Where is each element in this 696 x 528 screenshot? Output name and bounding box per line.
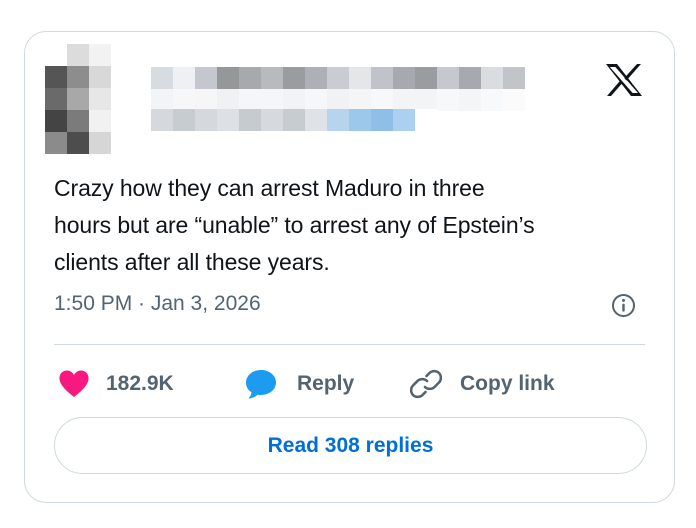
like-button[interactable]: 182.9K [57,364,174,404]
handle-pixel [305,109,327,131]
name-pixel [437,89,459,111]
handle-pixel [239,109,261,131]
author-block[interactable] [45,44,605,164]
name-pixel [151,89,173,111]
avatar-pixel [133,132,155,154]
avatar-pixel [89,66,111,88]
name-pixel [525,67,547,89]
name-pixel [437,67,459,89]
name-pixel [261,67,283,89]
reply-button[interactable]: Reply [244,364,354,404]
handle-pixel [217,109,239,131]
blurred-author-handle[interactable] [151,109,437,131]
name-pixel [239,67,261,89]
avatar-pixel [89,132,111,154]
name-pixel [415,67,437,89]
handle-pixel [371,109,393,131]
heart-icon [59,370,89,397]
avatar-pixel [45,132,67,154]
name-pixel [503,67,525,89]
name-pixel [217,67,239,89]
tweet-text-line: clients after all these years. [54,249,330,275]
like-count: 182.9K [106,372,174,395]
link-icon [410,369,442,399]
name-pixel [173,89,195,111]
name-pixel [459,89,481,111]
handle-pixel [261,109,283,131]
avatar-pixel [67,88,89,110]
name-pixel [525,89,547,111]
handle-pixel [349,109,371,131]
name-pixel [371,67,393,89]
avatar-pixel [89,88,111,110]
tweet-text: Crazy how they can arrest Maduro in thre… [54,170,654,281]
tweet-timestamp[interactable]: 1:50 PM · Jan 3, 2026 [54,289,261,319]
avatar-pixel [67,44,89,66]
name-pixel [195,89,217,111]
tweet-text-line: hours but are “unable” to arrest any of … [54,212,535,238]
name-pixel [349,89,371,111]
handle-pixel [151,109,173,131]
blurred-avatar[interactable] [45,44,155,154]
info-icon[interactable] [611,293,636,318]
avatar-pixel [111,44,133,66]
action-bar: 182.9K Reply Copy link [54,364,654,404]
read-replies-button[interactable]: Read 308 replies [54,417,647,474]
name-pixel [371,89,393,111]
handle-pixel [195,109,217,131]
name-pixel [481,67,503,89]
avatar-pixel [133,44,155,66]
name-pixel [283,67,305,89]
x-logo-icon[interactable] [604,62,644,98]
reply-label: Reply [297,372,355,395]
avatar-pixel [45,88,67,110]
name-pixel [305,67,327,89]
avatar-pixel [111,88,133,110]
name-pixel [393,67,415,89]
avatar-pixel [111,110,133,132]
name-pixel [195,67,217,89]
avatar-pixel [111,66,133,88]
name-pixel [481,89,503,111]
handle-pixel [173,109,195,131]
blurred-author-name[interactable] [151,67,547,111]
name-pixel [393,89,415,111]
avatar-pixel [67,132,89,154]
name-pixel [305,89,327,111]
avatar-pixel [67,110,89,132]
avatar-pixel [89,110,111,132]
avatar-pixel [89,44,111,66]
name-pixel [239,89,261,111]
handle-pixel [283,109,305,131]
handle-pixel [415,109,437,131]
name-pixel [415,89,437,111]
tweet-text-line: Crazy how they can arrest Maduro in thre… [54,175,485,201]
avatar-pixel [111,132,133,154]
avatar-pixel [45,110,67,132]
name-pixel [261,89,283,111]
speech-bubble-icon [246,370,276,399]
name-pixel [151,67,173,89]
copy-link-button[interactable]: Copy link [410,364,555,404]
avatar-pixel [45,44,67,66]
name-pixel [217,89,239,111]
avatar-pixel [45,66,67,88]
divider [54,344,645,345]
name-pixel [283,89,305,111]
name-pixel [349,67,371,89]
handle-pixel [327,109,349,131]
copy-link-label: Copy link [460,372,555,395]
name-pixel [459,67,481,89]
name-pixel [327,67,349,89]
tweet-card: Crazy how they can arrest Maduro in thre… [24,31,675,503]
name-pixel [503,89,525,111]
handle-pixel [393,109,415,131]
name-pixel [327,89,349,111]
avatar-pixel [67,66,89,88]
name-pixel [173,67,195,89]
